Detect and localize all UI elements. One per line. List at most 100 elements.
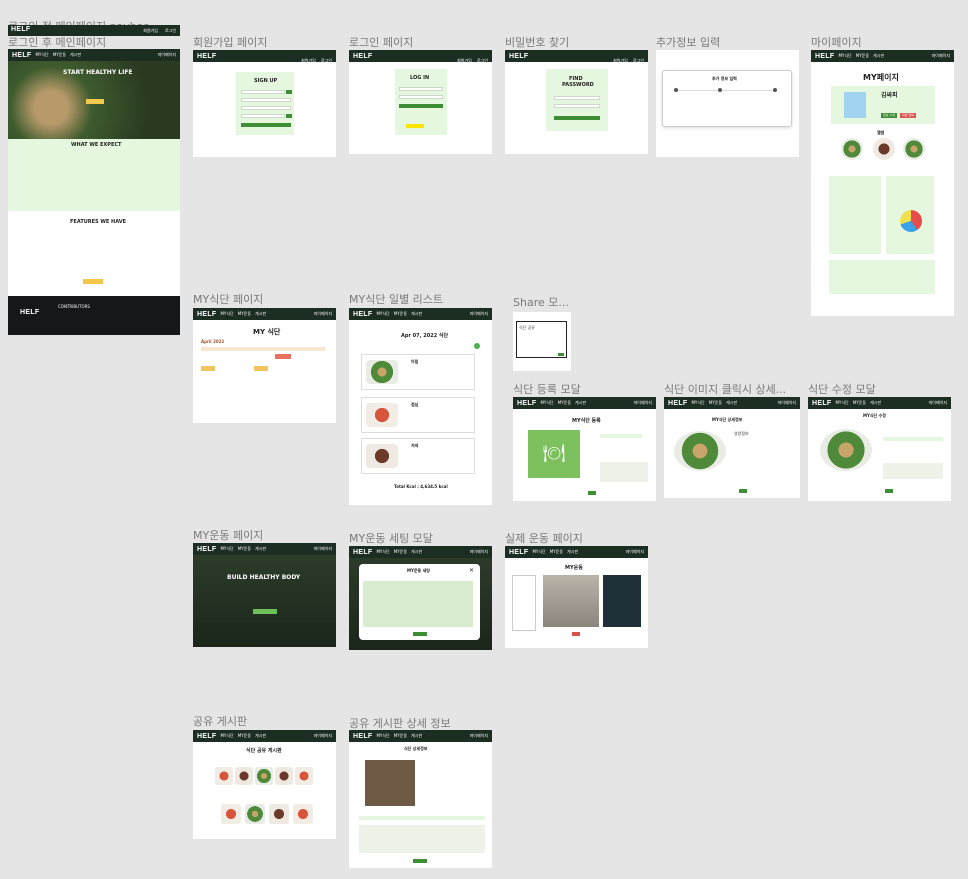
withdraw-button[interactable]: 회원 탈퇴 (900, 113, 916, 118)
dinner-photo[interactable] (366, 444, 398, 468)
nav-board[interactable]: 게시판 (411, 311, 422, 317)
nav-mypage[interactable]: 마이페이지 (929, 400, 947, 406)
nav-board[interactable]: 게시판 (870, 400, 881, 406)
edit-profile-button[interactable]: 정보 수정 (881, 113, 897, 118)
nav-board[interactable]: 게시판 (726, 400, 737, 406)
album-photo-1[interactable] (841, 138, 863, 160)
nav-mypage[interactable]: 마이페이지 (314, 733, 332, 739)
board-post-thumb[interactable] (275, 767, 293, 785)
add-meal-icon[interactable] (474, 343, 480, 349)
nav-my-meal[interactable]: MY식단 (835, 400, 848, 406)
pw-field[interactable] (241, 98, 291, 102)
logo[interactable]: HELF (812, 400, 831, 407)
nav-login[interactable]: 로그인 (477, 58, 488, 63)
nav-signup[interactable]: 회원가입 (143, 28, 158, 34)
nav-login[interactable]: 로그인 (321, 58, 332, 63)
nav-my-workout[interactable]: MY운동 (394, 311, 407, 317)
nav-my-workout[interactable]: MY운동 (856, 53, 869, 59)
breakfast-photo[interactable] (366, 360, 398, 384)
nav-mypage[interactable]: 마이페이지 (314, 311, 332, 317)
pw-confirm-field[interactable] (241, 106, 291, 110)
board-post-thumb[interactable] (245, 804, 265, 824)
board-post-thumb[interactable] (221, 804, 241, 824)
board-post-thumb[interactable] (295, 767, 313, 785)
close-icon[interactable]: ✕ (469, 567, 474, 574)
board-post-thumb[interactable] (215, 767, 233, 785)
login-button[interactable] (399, 104, 443, 108)
share-submit-button[interactable] (558, 353, 564, 356)
nav-board[interactable]: 게시판 (873, 53, 884, 59)
nav-my-meal[interactable]: MY식단 (691, 400, 704, 406)
logo[interactable]: HELF (353, 311, 372, 318)
nav-board[interactable]: 게시판 (411, 549, 422, 555)
nav-board[interactable]: 게시판 (411, 733, 422, 739)
nav-mypage[interactable]: 마이페이지 (470, 549, 488, 555)
nav-my-meal[interactable]: MY식단 (376, 311, 389, 317)
logo[interactable]: HELF (353, 549, 372, 556)
album-photo-2[interactable] (873, 138, 895, 160)
comment-input[interactable] (359, 816, 485, 820)
signup-submit-button[interactable] (241, 123, 291, 127)
nav-board[interactable]: 게시판 (255, 546, 266, 552)
kakao-login-button[interactable] (406, 124, 424, 128)
nav-board[interactable]: 게시판 (255, 311, 266, 317)
id-field[interactable] (241, 90, 285, 94)
bdetail-back-button[interactable] (413, 859, 427, 863)
nav-my-meal[interactable]: MY식단 (220, 733, 233, 739)
board-post-thumb[interactable] (293, 804, 313, 824)
nav-mypage[interactable]: 마이페이지 (626, 549, 644, 555)
logo[interactable]: HELF (815, 53, 834, 60)
logo[interactable]: HELF (197, 733, 216, 740)
edit-field[interactable] (883, 437, 943, 441)
calendar-event[interactable] (201, 366, 215, 371)
workout-modal-start-button[interactable] (413, 632, 427, 636)
edit-memo[interactable] (883, 463, 943, 479)
id-field[interactable] (554, 96, 600, 100)
nav-my-meal[interactable]: MY식단 (376, 549, 389, 555)
nav-board[interactable]: 게시판 (567, 549, 578, 555)
nav-my-meal[interactable]: MY식단 (540, 400, 553, 406)
check-button[interactable] (286, 90, 292, 94)
nav-my-meal[interactable]: MY식단 (532, 549, 545, 555)
nav-mypage[interactable]: 마이페이지 (778, 400, 796, 406)
nav-mypage[interactable]: 마이페이지 (932, 53, 950, 59)
lunch-photo[interactable] (366, 403, 398, 427)
email-field[interactable] (554, 104, 600, 108)
nav-my-workout[interactable]: MY운동 (394, 549, 407, 555)
reg-field[interactable] (600, 434, 642, 438)
pw-field[interactable] (399, 95, 443, 99)
nav-board[interactable]: 게시판 (70, 52, 81, 58)
nav-mypage[interactable]: 마이페이지 (314, 546, 332, 552)
nav-login[interactable]: 로그인 (165, 28, 176, 34)
id-field[interactable] (399, 87, 443, 91)
board-post-thumb[interactable] (255, 767, 273, 785)
image-upload-icon[interactable]: 🍽 (528, 430, 580, 478)
nav-my-meal[interactable]: MY식단 (220, 546, 233, 552)
nav-my-workout[interactable]: MY운동 (53, 52, 66, 58)
reg-submit-button[interactable] (588, 491, 596, 495)
logo[interactable]: HELF (509, 53, 528, 60)
nav-my-meal[interactable]: MY식단 (838, 53, 851, 59)
reg-memo[interactable] (600, 462, 648, 482)
find-submit-button[interactable] (554, 116, 600, 120)
nav-signup[interactable]: 회원가입 (457, 58, 472, 63)
email-check-button[interactable] (286, 114, 292, 118)
nav-my-meal[interactable]: MY식단 (376, 733, 389, 739)
features-button[interactable] (83, 279, 103, 284)
logo[interactable]: HELF (353, 53, 372, 60)
nav-board[interactable]: 게시판 (575, 400, 586, 406)
nav-my-workout[interactable]: MY운동 (238, 546, 251, 552)
nav-mypage[interactable]: 마이페이지 (470, 311, 488, 317)
logo[interactable]: HELF (668, 400, 687, 407)
logo[interactable]: HELF (197, 546, 216, 553)
stop-button[interactable] (572, 632, 580, 636)
workout-start-button[interactable] (253, 609, 277, 614)
nav-login[interactable]: 로그인 (633, 58, 644, 63)
calendar-event[interactable] (275, 354, 291, 359)
edit-photo[interactable] (820, 429, 872, 471)
nav-my-workout[interactable]: MY운동 (558, 400, 571, 406)
detail-close-button[interactable] (739, 489, 747, 493)
nav-my-workout[interactable]: MY운동 (853, 400, 866, 406)
email-field[interactable] (241, 114, 285, 118)
logo[interactable]: HELF (509, 549, 528, 556)
